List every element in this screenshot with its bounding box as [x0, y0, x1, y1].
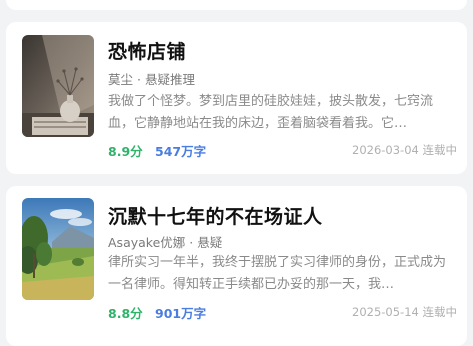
book-title[interactable]: 恐怖店铺: [108, 37, 186, 64]
book-description: 我做了个怪梦。梦到店里的硅胶娃娃，披头散发，七窍流血，它静静地站在我的床边，歪着…: [108, 94, 434, 131]
book-update-date: 2026-03-04: [352, 143, 419, 157]
book-card[interactable]: 沉默十七年的不在场证人 Asayake优娜 · 悬疑 律所实习一年半，我终于摆脱…: [6, 186, 467, 346]
book-word-count: 901万字: [155, 306, 207, 321]
meta-separator: ·: [185, 235, 198, 250]
book-status: 连载中: [422, 143, 458, 157]
previous-book-card[interactable]: [6, 0, 467, 10]
book-meta: 莫尘 · 悬疑推理: [108, 69, 195, 88]
book-description: 律所实习一年半，我终于摆脱了实习律师的身份，正式成为一名律师。得知转正手续都已办…: [108, 255, 447, 292]
book-update-info: 2026-03-04 连载中: [352, 142, 457, 158]
meta-separator: ·: [133, 72, 145, 87]
book-word-count: 547万字: [155, 144, 207, 159]
book-card[interactable]: 恐怖店铺 莫尘 · 悬疑推理 我做了个怪梦。梦到店里的硅胶娃娃，披头散发，七窍流…: [6, 22, 467, 174]
vase-still-life-cover-icon: [22, 35, 94, 137]
book-meta: Asayake优娜 · 悬疑: [108, 232, 222, 251]
book-author[interactable]: 莫尘: [108, 72, 133, 87]
book-title[interactable]: 沉默十七年的不在场证人: [108, 202, 323, 229]
book-genre: 悬疑推理: [144, 72, 195, 87]
book-rating: 8.9分: [108, 144, 143, 159]
book-genre: 悬疑: [197, 235, 223, 250]
book-update-info: 2025-05-14 连载中: [352, 304, 457, 320]
book-author[interactable]: Asayake优娜: [108, 235, 185, 250]
book-cover[interactable]: [22, 35, 94, 137]
book-status: 连载中: [422, 305, 458, 319]
book-cover[interactable]: [22, 198, 94, 300]
book-rating: 8.8分: [108, 306, 143, 321]
landscape-painting-cover-icon: [22, 198, 94, 300]
book-update-date: 2025-05-14: [352, 305, 419, 319]
